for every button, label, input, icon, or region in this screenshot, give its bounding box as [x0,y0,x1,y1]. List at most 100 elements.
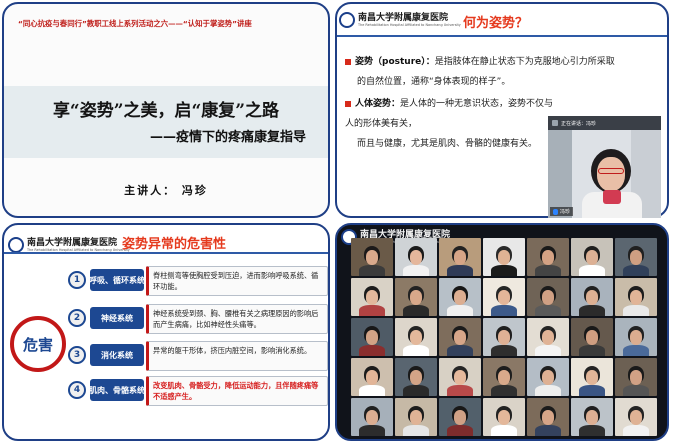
hazard-description: 改变肌肉、骨骼受力，降低运动能力，且伴随疼痛等不适感产生。 [146,376,328,406]
participant-video-tile[interactable] [615,398,657,436]
participant-video-tile[interactable] [351,278,393,316]
hazard-category: 呼吸、循环系统 [89,269,145,291]
participant-video-tile[interactable] [395,398,437,436]
bullet-square-icon [345,100,351,107]
participant-video-tile[interactable] [483,398,525,436]
participant-face [365,330,379,345]
video-name-tag: 冯珍 [550,207,574,216]
participant-face [629,370,643,385]
participant-body [402,424,430,436]
participant-video-tile[interactable] [439,318,481,356]
participant-video-tile[interactable] [527,398,569,436]
participant-video-tile[interactable] [571,358,613,396]
term-posture: 姿势（posture）： [355,57,435,67]
hazard-row: 2 神经系统 神经系统受到颈、胸、腰椎有关之病理原因的影响后而产生病痛，比如神经… [60,304,328,334]
definition-text: 是指肢体在静止状态下为克服地心引力所采取 [434,57,615,67]
participant-video-tile[interactable] [351,358,393,396]
hazard-number: 3 [68,346,86,364]
speaker-face [597,157,625,191]
slide-heading: 姿势异常的危害性 [122,237,227,252]
participant-face [541,330,555,345]
speaking-status: 正在讲话：冯珍 [561,120,597,127]
hazard-row: 1 呼吸、循环系统 脊柱侧弯等使胸腔受到压迫，进而影响呼吸系统、循环功能。 [60,266,328,296]
participant-body [358,344,386,356]
participant-video-tile[interactable] [483,238,525,276]
participant-video-tile[interactable] [483,318,525,356]
participant-face [365,290,379,305]
participant-face [541,250,555,265]
participant-video-tile[interactable] [615,358,657,396]
definition-continuation: 的自然位置，通称“身体表现的样子”。 [357,77,511,87]
participant-body [622,304,650,316]
participant-video-tile[interactable] [527,238,569,276]
participant-body [446,304,474,316]
participant-face [497,330,511,345]
participant-video-tile[interactable] [571,278,613,316]
participant-face [497,250,511,265]
participant-video-tile[interactable] [395,358,437,396]
participant-video-tile[interactable] [571,398,613,436]
participant-face [585,290,599,305]
participant-video-tile[interactable] [571,318,613,356]
participant-face [365,370,379,385]
slide-heading: 何为姿势？ [463,16,529,31]
participant-face [453,330,467,345]
participant-body [534,424,562,436]
participant-face [497,290,511,305]
participant-video-tile[interactable] [483,278,525,316]
participant-video-tile[interactable] [439,278,481,316]
participant-body [578,424,606,436]
hazard-number: 4 [68,381,86,399]
participant-video-tile[interactable] [527,318,569,356]
hospital-name: 南昌大学附属康复医院 [358,12,449,23]
participant-video-tile[interactable] [439,238,481,276]
participant-video-tile[interactable] [571,238,613,276]
participant-face [585,250,599,265]
participant-body [622,344,650,356]
hazard-category: 消化系统 [90,344,144,366]
participant-face [453,290,467,305]
hazard-description: 异常的躯干形体，挤压内脏空间，影响消化系统。 [146,341,328,371]
definition-body-posture: 人体姿势：是人体的一种无意识状态，姿势不仅与人的形体美有关， 而且与健康，尤其是… [345,94,561,154]
participant-face [365,250,379,265]
participant-body [534,264,562,276]
hazard-center-label: 危害 [22,335,53,354]
participant-video-tile[interactable] [351,238,393,276]
participant-video-tile[interactable] [527,358,569,396]
participant-video-tile[interactable] [439,358,481,396]
hospital-logo: 南昌大学附属康复医院 The Rehabilitation Hospital A… [8,237,130,253]
slide-subtitle: ——疫情下的疼痛康复指导 [149,130,306,145]
participant-video-tile[interactable] [483,358,525,396]
participant-video-tile[interactable] [615,238,657,276]
participant-video-tile[interactable] [615,278,657,316]
participant-face [541,410,555,425]
participant-body [490,424,518,436]
participant-video-tile[interactable] [527,278,569,316]
microphone-icon [553,208,558,215]
participant-body [358,264,386,276]
participant-video-tile[interactable] [615,318,657,356]
participant-face [409,330,423,345]
participant-video-tile[interactable] [395,318,437,356]
participant-body [402,384,430,396]
participant-video-tile[interactable] [351,398,393,436]
participant-body [490,344,518,356]
participant-video-tile[interactable] [439,398,481,436]
participant-face [409,290,423,305]
participant-face [409,410,423,425]
participant-video-tile[interactable] [351,318,393,356]
hazard-row: 4 肌肉、骨骼系统 改变肌肉、骨骼受力，降低运动能力，且伴随疼痛等不适感产生。 [60,376,328,406]
speaker-video-tile[interactable]: 正在讲话：冯珍 冯珍 [548,116,661,218]
participant-body [622,384,650,396]
hazard-description: 脊柱侧弯等使胸腔受到压迫，进而影响呼吸系统、循环功能。 [146,266,328,296]
hazard-number: 1 [68,271,86,289]
participant-body [622,424,650,436]
heading-divider [4,252,328,254]
participant-video-tile[interactable] [395,238,437,276]
hospital-english-name: The Rehabilitation Hospital Affiliated t… [358,22,461,27]
participant-face [409,370,423,385]
participant-face [585,370,599,385]
participant-body [446,424,474,436]
participant-video-tile[interactable] [395,278,437,316]
participant-video-grid [351,238,657,436]
